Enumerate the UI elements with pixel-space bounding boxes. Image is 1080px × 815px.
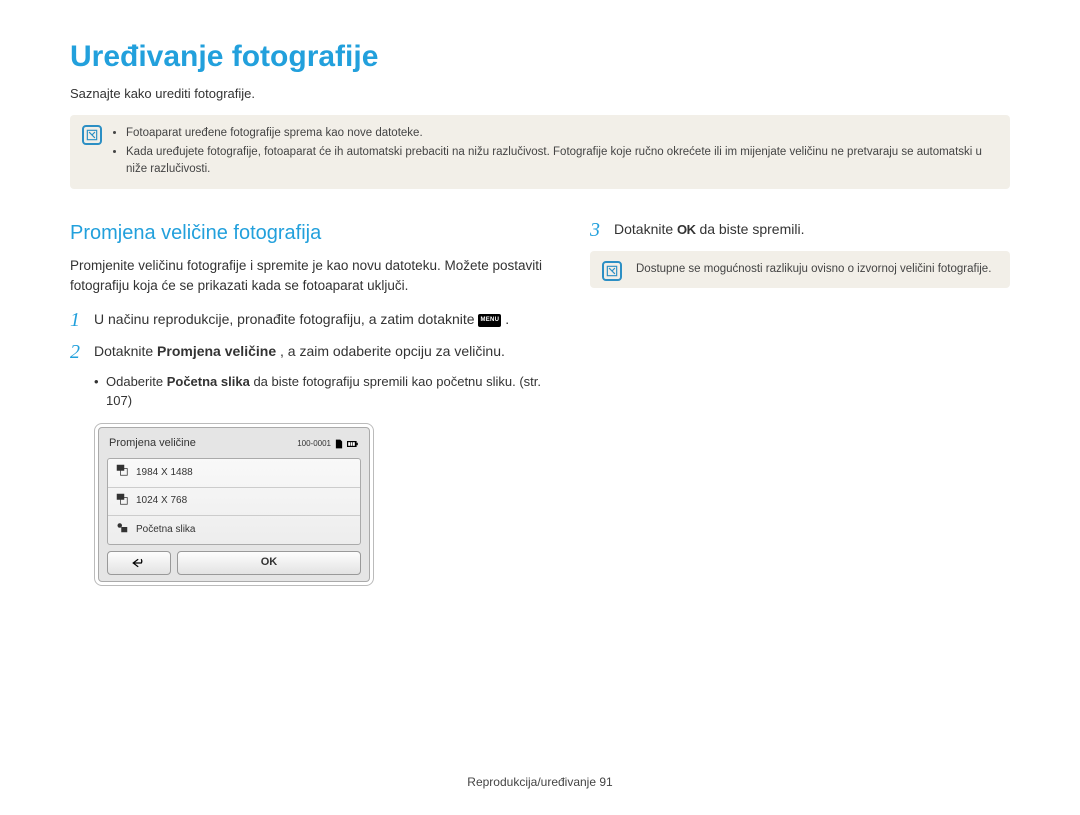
left-column: Promjena veličine fotografija Promjenite… [70,219,550,585]
lcd-title: Promjena veličine [109,436,196,452]
step-2-text-a: Dotaknite [94,343,157,359]
step-3-text-b: da biste spremili. [699,221,804,237]
lcd-counter: 100-0001 [297,438,331,450]
lcd-ok-button[interactable]: OK [177,551,361,575]
lcd-back-button[interactable] [107,551,171,575]
step-2: 2 Dotaknite Promjena veličine , a zaim o… [70,341,550,363]
battery-icon [347,439,359,449]
lcd-option-1-label: 1984 X 1488 [136,466,193,481]
note-icon [82,125,102,145]
lcd-option-2[interactable]: 1024 X 768 [108,488,360,517]
page-title: Uređivanje fotografije [70,35,1010,79]
top-note-box: Fotoaparat uređene fotografije sprema ka… [70,115,1010,189]
ok-symbol: OK [677,221,696,240]
sub-bold: Početna slika [167,374,250,389]
bullet-dot: • [94,373,106,411]
step-1-text-a: U načinu reprodukcije, pronađite fotogra… [94,311,478,327]
footer-label: Reprodukcija/uređivanje [467,775,599,789]
page-footer: Reprodukcija/uređivanje 91 [0,774,1080,791]
lcd-option-1[interactable]: 1984 X 1488 [108,459,360,488]
lcd-option-list: 1984 X 1488 1024 X 768 Početna slika [107,458,361,545]
camera-lcd: Promjena veličine 100-0001 1984 X 1488 [94,423,374,585]
lcd-option-3[interactable]: Početna slika [108,516,360,544]
step-2-bold: Promjena veličine [157,343,276,359]
step-number: 3 [590,219,614,241]
step-2-text-b: , a zaim odaberite opciju za veličinu. [280,343,505,359]
lcd-option-3-label: Početna slika [136,523,195,538]
start-image-icon [116,521,128,539]
top-note-item-1: Fotoaparat uređene fotografije sprema ka… [126,125,996,142]
resize-icon [116,464,128,482]
step-1: 1 U načinu reprodukcije, pronađite fotog… [70,309,550,331]
lcd-option-2-label: 1024 X 768 [136,494,187,509]
resize-icon [116,493,128,511]
right-note-text: Dostupne se mogućnosti razlikuju ovisno … [636,263,991,275]
note-icon [602,261,622,281]
back-arrow-icon [132,557,146,569]
sd-card-icon [333,439,345,449]
step-1-text-b: . [505,311,509,327]
section-heading: Promjena veličine fotografija [70,219,550,248]
step-2-subbullet: • Odaberite Početna slika da biste fotog… [94,373,550,411]
step-3: 3 Dotaknite OK da biste spremili. [590,219,1010,241]
right-column: 3 Dotaknite OK da biste spremili. Dostup… [590,219,1010,585]
section-desc: Promjenite veličinu fotografije i spremi… [70,256,550,295]
step-number: 2 [70,341,94,363]
menu-icon: MENU [478,314,501,327]
footer-page-no: 91 [599,775,612,789]
right-note-box: Dostupne se mogućnosti razlikuju ovisno … [590,251,1010,288]
page-intro: Saznajte kako urediti fotografije. [70,85,1010,104]
sub-a: Odaberite [106,374,167,389]
top-note-item-2: Kada uređujete fotografije, fotoaparat ć… [126,144,996,177]
step-number: 1 [70,309,94,331]
step-3-text-a: Dotaknite [614,221,677,237]
